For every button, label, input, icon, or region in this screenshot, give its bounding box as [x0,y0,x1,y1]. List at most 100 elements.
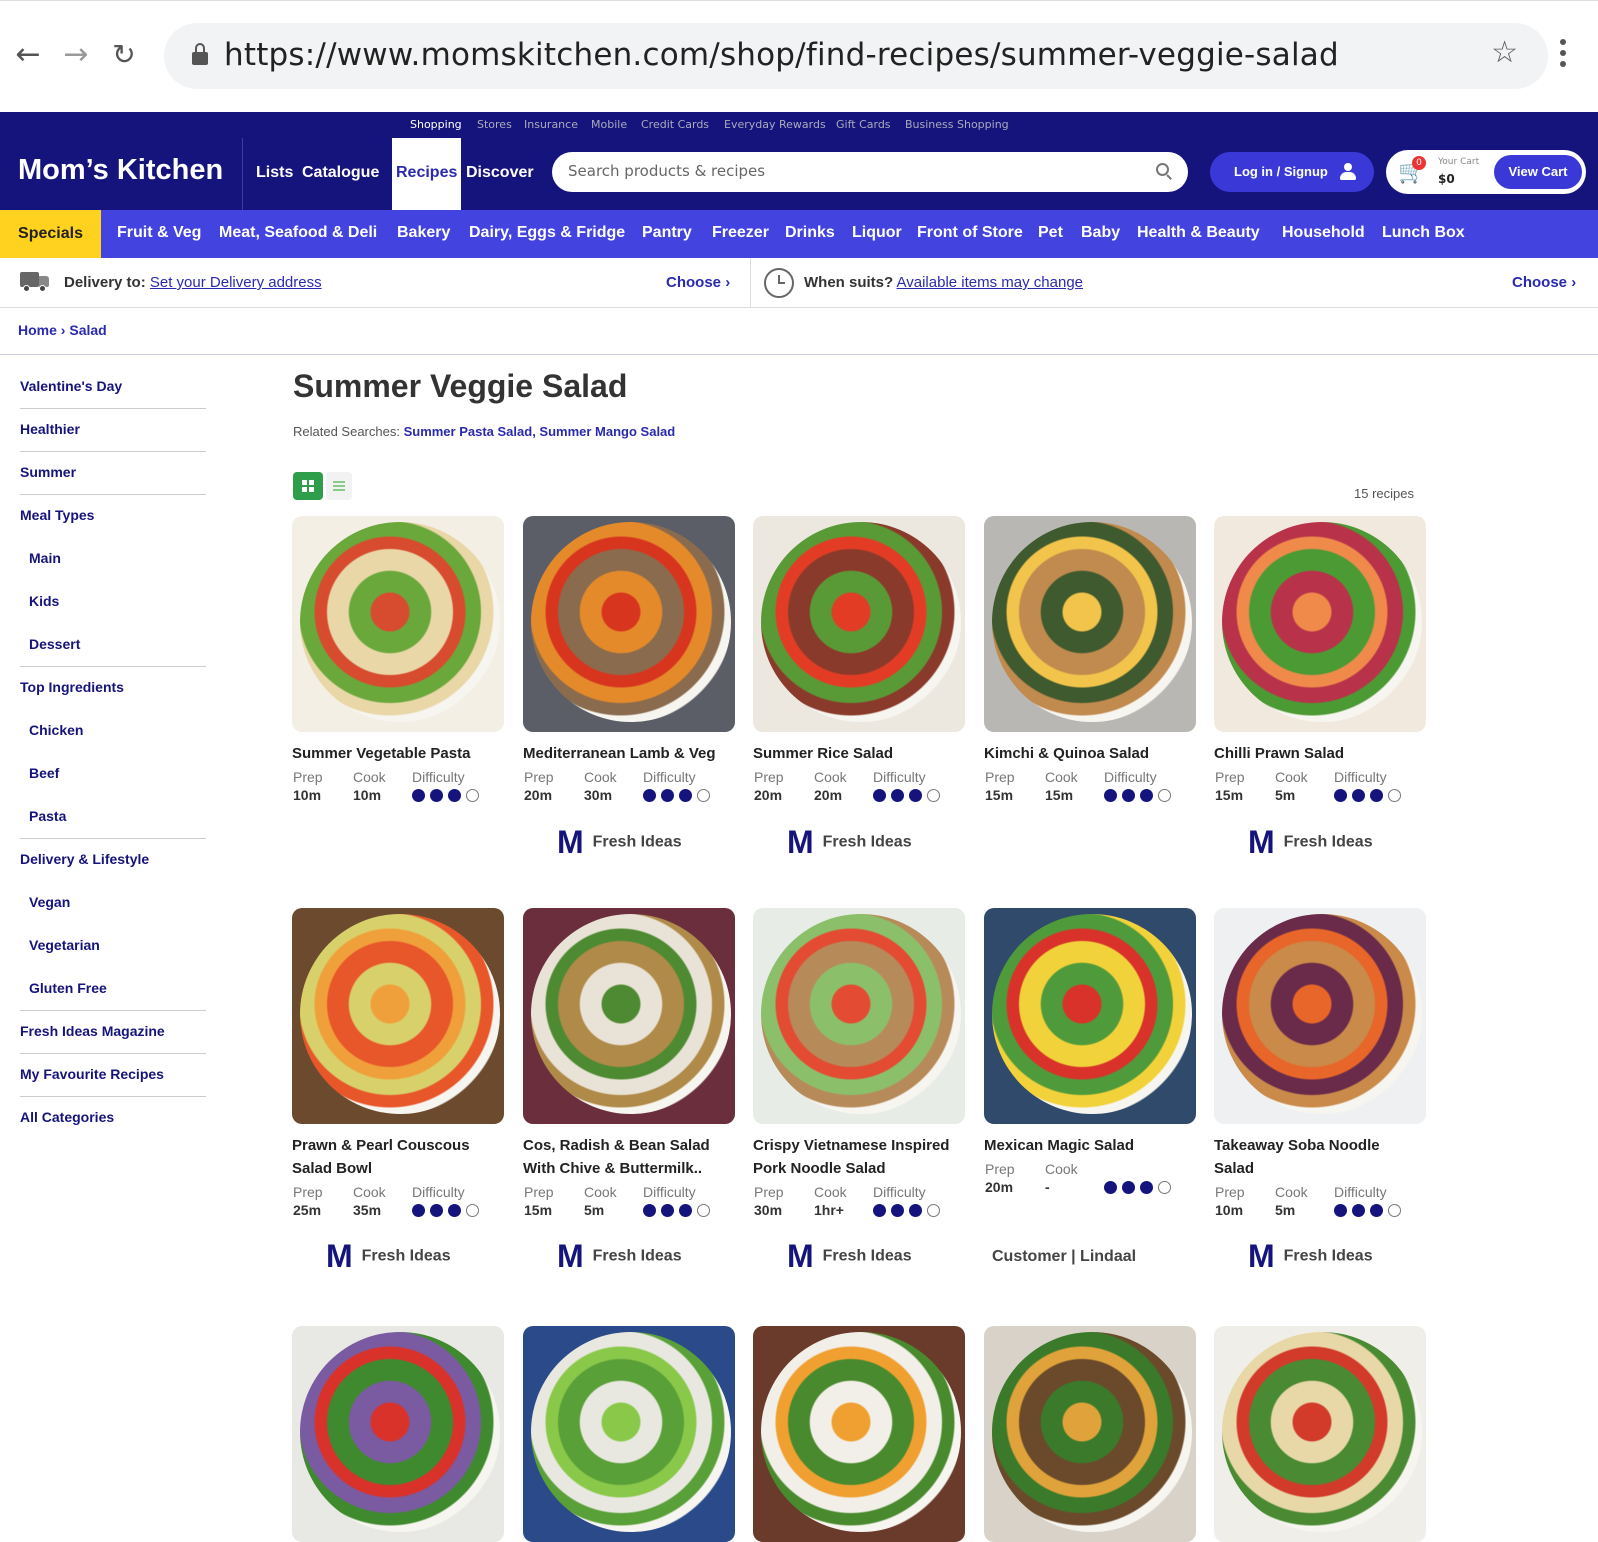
recipe-card[interactable] [1214,1326,1426,1542]
utility-link[interactable]: Gift Cards [836,118,891,131]
recipe-card[interactable] [523,1326,735,1542]
recipe-card[interactable]: Cos, Radish & Bean Salad With Chive & Bu… [523,908,735,1224]
recipe-card[interactable]: Mexican Magic Salad Prep Cook 20m - [984,908,1196,1201]
sidebar-item[interactable]: Healthier [20,409,206,452]
sidebar-item[interactable]: Gluten Free [20,968,206,1011]
category-item[interactable]: Drinks [785,224,835,242]
login-button[interactable]: Log in / Signup [1210,152,1374,192]
category-item[interactable]: Freezer [712,224,769,242]
category-item[interactable]: Front of Store [917,224,1023,242]
breadcrumb-current[interactable]: Salad [69,322,106,338]
search-input[interactable]: Search products & recipes [568,162,765,180]
category-item[interactable]: Liquor [852,224,902,242]
recipe-name[interactable]: Prawn & Pearl Couscous Salad Bowl [292,1134,504,1180]
recipe-card[interactable]: Crispy Vietnamese Inspired Pork Noodle S… [753,908,965,1224]
sidebar-item[interactable]: Pasta [20,796,206,839]
utility-link[interactable]: Business Shopping [905,118,1009,131]
list-view-icon[interactable] [326,472,352,500]
recipe-image[interactable] [523,1326,735,1542]
category-item[interactable]: Pet [1038,224,1063,242]
recipe-image[interactable] [984,516,1196,732]
address-bar[interactable]: https://www.momskitchen.com/shop/find-re… [164,23,1548,89]
category-item[interactable]: Dairy, Eggs & Fridge [469,224,625,242]
category-item[interactable]: Lunch Box [1382,224,1465,242]
delivery-choose-link[interactable]: Choose › [666,274,730,291]
recipe-card[interactable]: Summer Rice Salad Prep Cook 20m 20m Difficult… [753,516,965,809]
category-item[interactable]: Fruit & Veg [117,224,201,242]
utility-link[interactable]: Credit Cards [641,118,709,131]
sidebar-item[interactable]: Summer [20,452,206,495]
sidebar-item[interactable]: My Favourite Recipes [20,1054,206,1097]
sidebar-item[interactable]: Delivery & Lifestyle [20,839,206,882]
recipe-name[interactable]: Takeaway Soba Noodle Salad [1214,1134,1426,1180]
sidebar-item[interactable]: All Categories [20,1097,206,1140]
delivery-address-link[interactable]: Set your Delivery address [150,274,322,291]
breadcrumb-home[interactable]: Home [18,322,57,338]
recipe-card[interactable]: Chilli Prawn Salad Prep Cook 15m 5m Difficult… [1214,516,1426,809]
utility-link[interactable]: Insurance [524,118,578,131]
sidebar-item[interactable]: Valentine's Day [20,366,206,409]
grid-view-icon[interactable] [293,472,323,500]
recipe-name[interactable]: Chilli Prawn Salad [1214,742,1426,765]
nav-catalogue[interactable]: Catalogue [302,164,379,182]
brand-logo[interactable]: Mom’s Kitchen [18,154,223,187]
utility-link[interactable]: Mobile [591,118,627,131]
recipe-image[interactable] [753,516,965,732]
sidebar-item[interactable]: Vegetarian [20,925,206,968]
recipe-card[interactable]: Takeaway Soba Noodle Salad Prep Cook 10m 5m D… [1214,908,1426,1224]
recipe-image[interactable] [753,1326,965,1542]
sidebar-item[interactable]: Meal Types [20,495,206,538]
nav-discover[interactable]: Discover [466,164,534,182]
utility-link[interactable]: Shopping [410,118,462,131]
category-item[interactable]: Household [1282,224,1365,242]
search-icon[interactable] [1156,163,1174,181]
category-specials[interactable]: Specials [0,210,101,258]
sidebar-item[interactable]: Dessert [20,624,206,667]
sidebar-item[interactable]: Chicken [20,710,206,753]
related-links[interactable]: Summer Pasta Salad, Summer Mango Salad [404,424,676,439]
recipe-image[interactable] [984,1326,1196,1542]
view-cart-button[interactable]: View Cart [1494,155,1582,189]
recipe-name[interactable]: Summer Rice Salad [753,742,965,765]
recipe-card[interactable] [292,1326,504,1542]
recipe-card[interactable] [753,1326,965,1542]
sidebar-item[interactable]: Kids [20,581,206,624]
recipe-image[interactable] [1214,908,1426,1124]
nav-lists[interactable]: Lists [256,164,293,182]
sidebar-item[interactable]: Top Ingredients [20,667,206,710]
category-item[interactable]: Bakery [397,224,450,242]
nav-recipes[interactable]: Recipes [392,138,462,210]
back-arrow-icon[interactable]: ← [10,37,46,73]
sidebar-item[interactable]: Vegan [20,882,206,925]
recipe-card[interactable]: Prawn & Pearl Couscous Salad Bowl Prep Coo… [292,908,504,1224]
sidebar-item[interactable]: Fresh Ideas Magazine [20,1011,206,1054]
recipe-card[interactable] [984,1326,1196,1542]
recipe-image[interactable] [292,1326,504,1542]
category-item[interactable]: Meat, Seafood & Deli [219,224,377,242]
recipe-name[interactable]: Kimchi & Quinoa Salad [984,742,1196,765]
recipe-name[interactable]: Mexican Magic Salad [984,1134,1196,1157]
time-choose-link[interactable]: Choose › [1512,274,1576,291]
reload-icon[interactable]: ↻ [106,37,142,73]
recipe-name[interactable]: Cos, Radish & Bean Salad With Chive & Bu… [523,1134,735,1180]
category-item[interactable]: Health & Beauty [1137,224,1260,242]
recipe-card[interactable]: Kimchi & Quinoa Salad Prep Cook 15m 15m Diffi… [984,516,1196,809]
cart-widget[interactable]: 🛒 0 Your Cart $0 View Cart [1386,150,1586,194]
recipe-image[interactable] [1214,1326,1426,1542]
forward-arrow-icon[interactable]: → [58,37,94,73]
recipe-image[interactable] [1214,516,1426,732]
recipe-image[interactable] [984,908,1196,1124]
recipe-image[interactable] [292,908,504,1124]
category-item[interactable]: Pantry [642,224,692,242]
sidebar-item[interactable]: Main [20,538,206,581]
recipe-image[interactable] [523,908,735,1124]
recipe-name[interactable]: Mediterranean Lamb & Veg [523,742,735,765]
sidebar-item[interactable]: Beef [20,753,206,796]
utility-link[interactable]: Stores [477,118,512,131]
browser-menu-icon[interactable] [1558,39,1568,73]
category-item[interactable]: Baby [1081,224,1120,242]
recipe-name[interactable]: Summer Vegetable Pasta [292,742,504,765]
recipe-image[interactable] [523,516,735,732]
url-text[interactable]: https://www.momskitchen.com/shop/find-re… [224,35,1339,75]
recipe-name[interactable]: Crispy Vietnamese Inspired Pork Noodle S… [753,1134,965,1180]
